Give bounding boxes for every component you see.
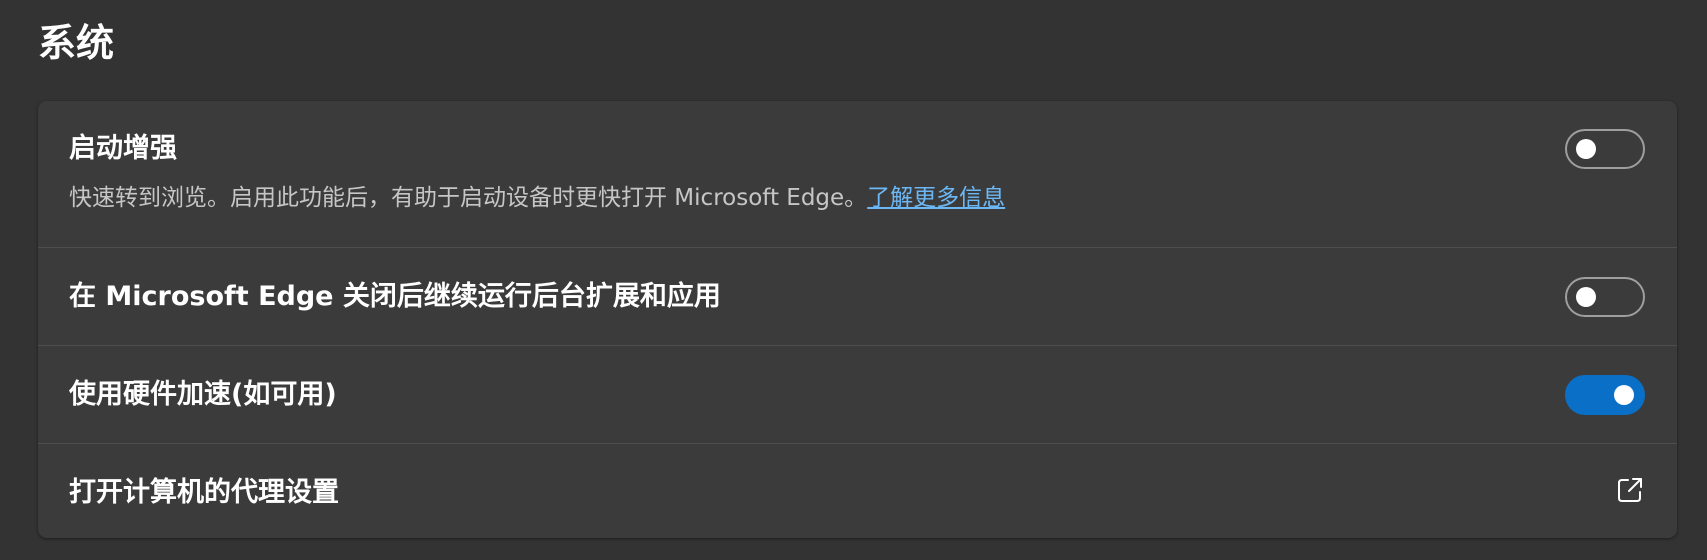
system-settings-card: 启动增强 快速转到浏览。启用此功能后，有助于启动设备时更快打开 Microsof… (38, 101, 1677, 538)
settings-page: 系统 启动增强 快速转到浏览。启用此功能后，有助于启动设备时更快打开 Micro… (0, 0, 1707, 560)
startup-boost-row: 启动增强 快速转到浏览。启用此功能后，有助于启动设备时更快打开 Microsof… (38, 101, 1677, 247)
startup-boost-description-text: 快速转到浏览。启用此功能后，有助于启动设备时更快打开 Microsoft Edg… (69, 185, 868, 211)
toggle-knob (1614, 385, 1634, 405)
background-extensions-label: 在 Microsoft Edge 关闭后继续运行后台扩展和应用 (69, 281, 721, 312)
section-title: 系统 (38, 21, 115, 65)
hardware-acceleration-label: 使用硬件加速(如可用) (69, 379, 337, 410)
proxy-settings-label: 打开计算机的代理设置 (69, 477, 339, 508)
toggle-knob (1576, 139, 1596, 159)
hardware-acceleration-row: 使用硬件加速(如可用) (38, 345, 1677, 443)
background-extensions-row: 在 Microsoft Edge 关闭后继续运行后台扩展和应用 (38, 247, 1677, 345)
hardware-acceleration-toggle[interactable] (1565, 375, 1645, 415)
startup-boost-description: 快速转到浏览。启用此功能后，有助于启动设备时更快打开 Microsoft Edg… (69, 182, 1005, 214)
learn-more-link[interactable]: 了解更多信息 (867, 185, 1005, 211)
startup-boost-toggle[interactable] (1565, 129, 1645, 169)
toggle-knob (1576, 287, 1596, 307)
startup-boost-label: 启动增强 (69, 133, 177, 164)
proxy-settings-row[interactable]: 打开计算机的代理设置 (38, 443, 1677, 538)
background-extensions-toggle[interactable] (1565, 277, 1645, 317)
external-link-icon[interactable] (1616, 476, 1644, 504)
